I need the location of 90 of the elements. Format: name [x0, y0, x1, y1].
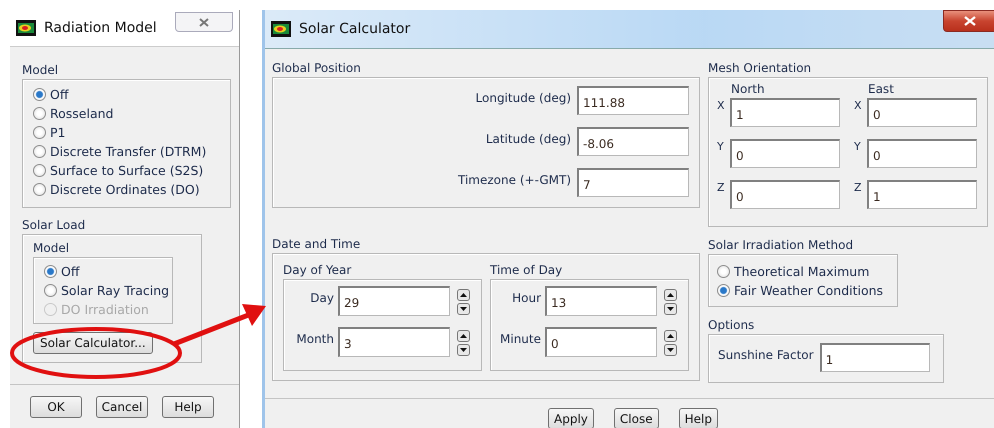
caret-down-icon — [460, 307, 467, 311]
radio-label[interactable]: Surface to Surface (S2S) — [50, 163, 204, 178]
input-field[interactable]: 0 — [867, 98, 977, 127]
group-label: Solar Load — [22, 217, 86, 234]
radio-button[interactable] — [33, 107, 46, 120]
spin-up-button[interactable] — [664, 289, 677, 301]
column-label: East — [867, 82, 895, 98]
radio-button[interactable] — [44, 265, 57, 278]
radio-button[interactable] — [33, 145, 46, 158]
group-label: Day of Year — [283, 262, 352, 279]
close-icon — [199, 18, 209, 26]
caret-down-icon — [667, 348, 674, 352]
group-label: Mesh Orientation — [708, 60, 812, 77]
input-field[interactable]: -8.06 — [577, 127, 689, 156]
input-field[interactable]: 0 — [545, 327, 657, 357]
axis-label: Z — [854, 180, 863, 194]
caret-down-icon — [460, 348, 467, 352]
spin-up-button[interactable] — [457, 330, 470, 342]
field-label: Hour — [511, 290, 541, 305]
radio-label[interactable]: Discrete Transfer (DTRM) — [50, 144, 206, 159]
radio-button[interactable] — [33, 88, 46, 101]
group-label: Date and Time — [272, 236, 362, 253]
radio-button[interactable] — [44, 284, 57, 297]
axis-label: X — [717, 98, 726, 112]
input-field[interactable]: 7 — [577, 168, 689, 197]
input-field[interactable]: 0 — [730, 139, 840, 168]
input-field[interactable]: 0 — [730, 180, 840, 209]
close-button[interactable] — [943, 10, 994, 32]
axis-label: Y — [854, 139, 862, 153]
axis-label: Z — [717, 180, 726, 194]
input-field[interactable]: 13 — [545, 286, 657, 316]
close-icon — [964, 16, 976, 26]
spin-down-button[interactable] — [457, 344, 470, 356]
dialog-button[interactable]: Solar Calculator... — [33, 332, 153, 354]
group-label: Model — [33, 240, 70, 257]
radio-button[interactable] — [33, 164, 46, 177]
app-icon — [16, 20, 36, 36]
dialog-button[interactable]: Cancel — [96, 396, 148, 418]
radio-label[interactable]: Off — [61, 264, 80, 279]
radio-label[interactable]: Solar Ray Tracing — [61, 283, 170, 298]
radio-label[interactable]: Off — [50, 87, 68, 102]
input-field[interactable]: 1 — [730, 98, 840, 127]
group-label: Model — [22, 62, 60, 79]
radio-label[interactable]: Theoretical Maximum — [734, 264, 870, 279]
group-label: Options — [708, 317, 756, 334]
spin-down-button[interactable] — [664, 344, 677, 356]
field-label: Latitude (deg) — [486, 131, 571, 146]
input-field[interactable]: 29 — [338, 286, 450, 316]
input-field[interactable]: 3 — [338, 327, 450, 357]
field-label: Month — [295, 331, 334, 346]
field-label: Day — [309, 290, 334, 305]
spin-up-button[interactable] — [664, 330, 677, 342]
group-label: Global Position — [272, 60, 362, 77]
caret-up-icon — [460, 293, 467, 297]
window-title: Radiation Model — [44, 20, 157, 36]
dialog-button[interactable]: Help — [678, 408, 718, 428]
field-label: Longitude (deg) — [476, 90, 571, 105]
field-label: Sunshine Factor — [718, 347, 814, 362]
spin-down-button[interactable] — [664, 303, 677, 315]
radio-button[interactable] — [33, 126, 46, 139]
caret-up-icon — [667, 293, 674, 297]
radio-button[interactable] — [33, 183, 46, 196]
radio-button[interactable] — [717, 284, 730, 297]
caret-up-icon — [460, 334, 467, 338]
radio-label[interactable]: Discrete Ordinates (DO) — [50, 182, 200, 197]
spin-up-button[interactable] — [457, 289, 470, 301]
column-label: North — [730, 82, 766, 98]
spin-down-button[interactable] — [457, 303, 470, 315]
dialog-button[interactable]: Apply — [548, 408, 594, 428]
input-field[interactable]: 0 — [867, 139, 977, 168]
field-label: Minute — [499, 331, 541, 346]
app-icon — [271, 21, 291, 37]
radio-label[interactable]: P1 — [50, 125, 66, 140]
group-label: Time of Day — [490, 262, 564, 279]
caret-up-icon — [667, 334, 674, 338]
dialog-button[interactable]: Close — [614, 408, 659, 428]
input-field[interactable]: 111.88 — [577, 86, 689, 115]
input-field[interactable]: 1 — [867, 180, 977, 209]
window-title: Solar Calculator — [299, 21, 410, 37]
radio-button[interactable] — [717, 265, 730, 278]
axis-label: X — [854, 98, 863, 112]
axis-label: Y — [717, 139, 725, 153]
caret-down-icon — [667, 307, 674, 311]
radio-label[interactable]: Fair Weather Conditions — [734, 283, 884, 298]
field-label: Timezone (+-GMT) — [458, 172, 571, 187]
dialog-button[interactable]: Help — [162, 396, 214, 418]
group-label: Solar Irradiation Method — [708, 237, 854, 254]
radio-label[interactable]: Rosseland — [50, 106, 114, 121]
dialog-button[interactable]: OK — [30, 396, 82, 418]
input-field[interactable]: 1 — [820, 343, 930, 372]
